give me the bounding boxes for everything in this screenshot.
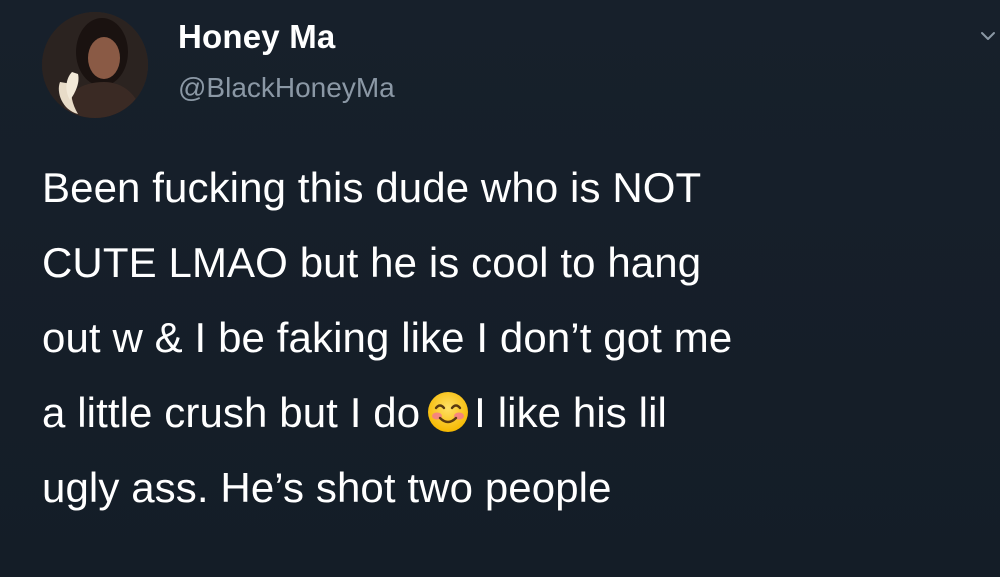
- tweet-line: Been fucking this dude who is NOT: [42, 164, 702, 211]
- tweet-line: CUTE LMAO but he is cool to hang: [42, 239, 702, 286]
- avatar[interactable]: [42, 12, 148, 118]
- tweet-line: ugly ass. He’s shot two people: [42, 464, 612, 511]
- user-handle[interactable]: @BlackHoneyMa: [178, 72, 395, 104]
- chevron-down-icon[interactable]: [978, 26, 998, 46]
- tweet-line-segment: I like his lil: [474, 389, 667, 436]
- tweet-text: Been fucking this dude who is NOT CUTE L…: [42, 150, 987, 525]
- display-name[interactable]: Honey Ma: [178, 18, 335, 56]
- tweet-card: Honey Ma @BlackHoneyMa Been fucking this…: [0, 0, 1000, 577]
- profile-photo-icon: [42, 12, 148, 118]
- tweet-line: out w & I be faking like I don’t got me: [42, 314, 733, 361]
- tweet-line: a little crush but I do I like his lil: [42, 375, 987, 450]
- smiling-face-with-smiling-eyes-emoji-icon: [426, 390, 470, 434]
- tweet-line-segment: a little crush but I do: [42, 389, 421, 436]
